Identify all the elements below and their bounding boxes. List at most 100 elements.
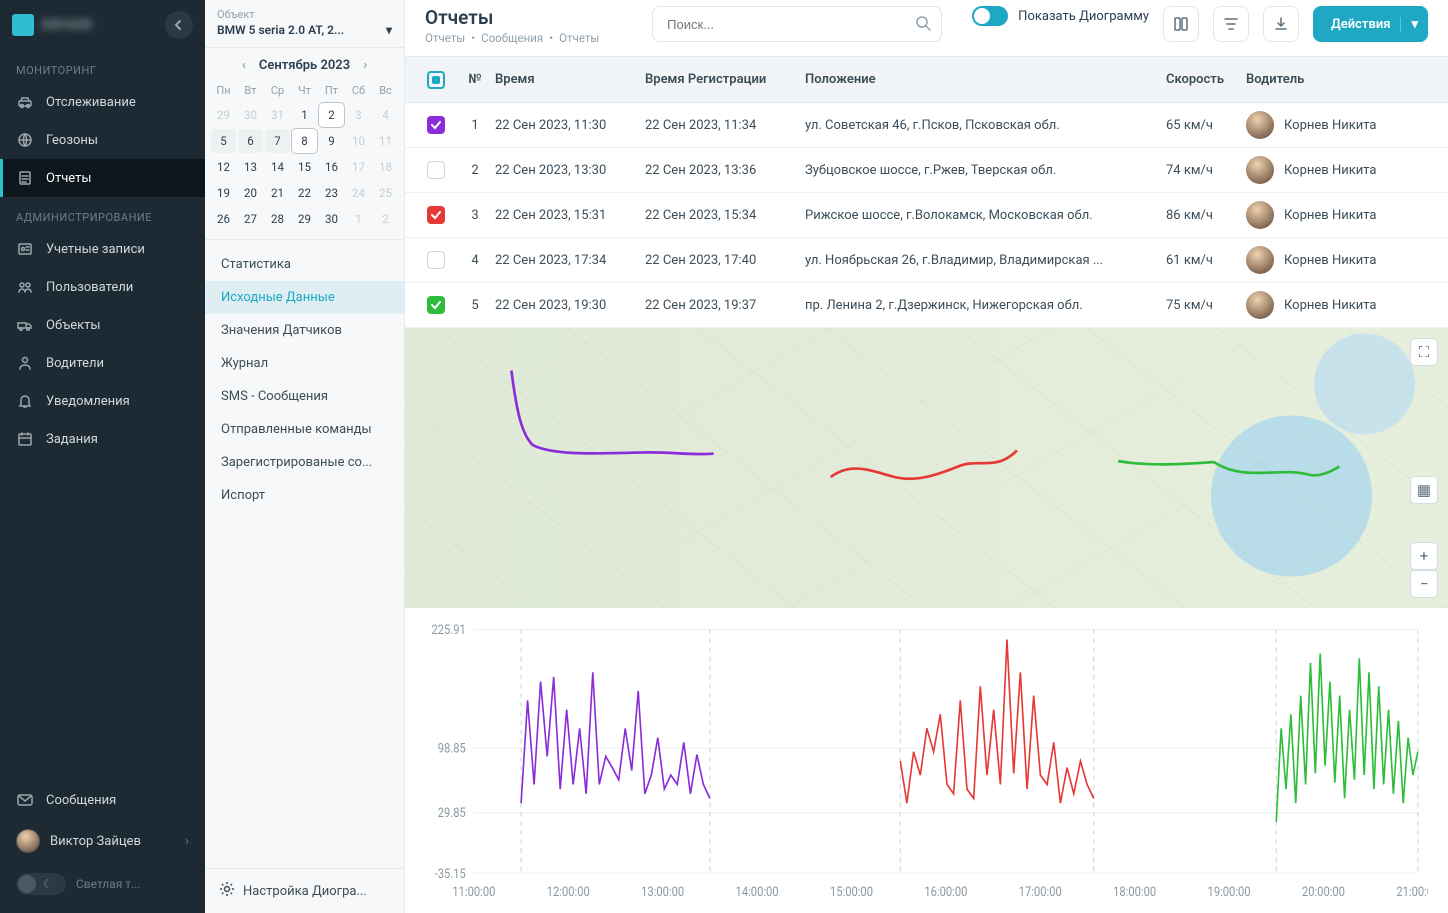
row-checkbox[interactable]	[427, 251, 445, 269]
table-row[interactable]: 5 22 Сен 2023, 19:30 22 Сен 2023, 19:37 …	[405, 283, 1448, 328]
sidebar-item-truck[interactable]: Объекты	[0, 306, 205, 344]
driver-name: Корнев Никита	[1284, 163, 1376, 178]
calendar-day[interactable]: 12	[211, 155, 236, 179]
svg-text:21:00:00: 21:00:00	[1396, 885, 1428, 900]
sidebar-item-car[interactable]: Отслеживание	[0, 83, 205, 121]
calendar-day[interactable]: 25	[373, 181, 398, 205]
search-input[interactable]	[652, 6, 942, 42]
sidebar-item-label: Отчеты	[46, 171, 91, 186]
select-all-checkbox[interactable]	[427, 71, 445, 89]
sidebar-item-bell[interactable]: Уведомления	[0, 382, 205, 420]
download-button[interactable]	[1263, 6, 1299, 42]
object-selector[interactable]: Объект BMW 5 seria 2.0 AT, 2... ▾	[205, 0, 404, 48]
calendar-day[interactable]: 9	[319, 129, 344, 153]
calendar-day[interactable]: 17	[346, 155, 371, 179]
calendar-day[interactable]: 14	[265, 155, 290, 179]
report-type-item[interactable]: Испорт	[205, 479, 404, 512]
search-icon[interactable]	[914, 14, 932, 36]
calendar-day[interactable]: 6	[238, 129, 263, 153]
calendar-day[interactable]: 31	[265, 103, 290, 127]
sidebar-item-calendar[interactable]: Задания	[0, 420, 205, 458]
calendar-day[interactable]: 29	[292, 207, 317, 231]
calendar-day[interactable]: 11	[373, 129, 398, 153]
breadcrumb: Отчеты•Сообщения•Отчеты	[425, 31, 605, 45]
report-type-item[interactable]: Значения Датчиков	[205, 314, 404, 347]
report-type-item[interactable]: Исходные Данные	[205, 281, 404, 314]
calendar-day[interactable]: 27	[238, 207, 263, 231]
calendar-day[interactable]: 30	[319, 207, 344, 231]
row-checkbox[interactable]	[427, 161, 445, 179]
calendar-day[interactable]: 2	[373, 207, 398, 231]
report-type-item[interactable]: Зарегистрированые со...	[205, 446, 404, 479]
map-zoom-in-button[interactable]: +	[1410, 542, 1438, 570]
row-reg: 22 Сен 2023, 13:36	[645, 163, 805, 178]
user-menu[interactable]: Виктор Зайцев ›	[0, 819, 205, 863]
row-time: 22 Сен 2023, 17:34	[495, 253, 645, 268]
calendar-day[interactable]: 23	[319, 181, 344, 205]
calendar-day[interactable]: 15	[292, 155, 317, 179]
map-fullscreen-button[interactable]: ⛶	[1410, 338, 1438, 366]
theme-toggle[interactable]: ☀☾ Светлая т...	[0, 863, 205, 905]
sidebar-item-label: Сообщения	[46, 793, 116, 808]
calendar-day[interactable]: 2	[319, 103, 344, 127]
calendar-day[interactable]: 10	[346, 129, 371, 153]
calendar-day[interactable]: 20	[238, 181, 263, 205]
svg-text:17:00:00: 17:00:00	[1019, 885, 1062, 900]
cal-prev-button[interactable]: ‹	[235, 56, 253, 74]
report-type-item[interactable]: Статистика	[205, 248, 404, 281]
breadcrumb-item[interactable]: Отчеты	[425, 31, 465, 45]
driver-name: Корнев Никита	[1284, 298, 1376, 313]
sidebar-item-user[interactable]: Водители	[0, 344, 205, 382]
table-row[interactable]: 1 22 Сен 2023, 11:30 22 Сен 2023, 11:34 …	[405, 103, 1448, 148]
actions-button[interactable]: Действия ▾	[1313, 6, 1428, 42]
calendar-day[interactable]: 18	[373, 155, 398, 179]
calendar-day[interactable]: 8	[292, 129, 317, 153]
calendar-day[interactable]: 28	[265, 207, 290, 231]
calendar-day[interactable]: 7	[265, 129, 290, 153]
calendar-day[interactable]: 22	[292, 181, 317, 205]
calendar-day[interactable]: 1	[346, 207, 371, 231]
diagram-toggle[interactable]: Показать Диограмму	[972, 6, 1149, 26]
chart-series-green	[1276, 654, 1418, 822]
section-admin: АДМИНИСТРИРОВАНИЕ	[0, 197, 205, 230]
map[interactable]: ⛶ ▦ + −	[405, 328, 1448, 608]
row-checkbox[interactable]	[427, 116, 445, 134]
row-loc: ул. Советская 46, г.Псков, Псковская обл…	[805, 118, 1166, 133]
calendar-day[interactable]: 16	[319, 155, 344, 179]
cal-next-button[interactable]: ›	[356, 56, 374, 74]
map-zoom-out-button[interactable]: −	[1410, 570, 1438, 598]
sidebar-item-file[interactable]: Отчеты	[0, 159, 205, 197]
sidebar-item-id[interactable]: Учетные записи	[0, 230, 205, 268]
table-row[interactable]: 3 22 Сен 2023, 15:31 22 Сен 2023, 15:34 …	[405, 193, 1448, 238]
calendar-day[interactable]: 19	[211, 181, 236, 205]
report-type-item[interactable]: Журнал	[205, 347, 404, 380]
calendar-day[interactable]: 30	[238, 103, 263, 127]
filter-button[interactable]	[1213, 6, 1249, 42]
calendar-day[interactable]: 4	[373, 103, 398, 127]
calendar-day[interactable]: 26	[211, 207, 236, 231]
table-row[interactable]: 2 22 Сен 2023, 13:30 22 Сен 2023, 13:36 …	[405, 148, 1448, 193]
sidebar-item-globe[interactable]: Геозоны	[0, 121, 205, 159]
svg-text:18:00:00: 18:00:00	[1113, 885, 1156, 900]
report-type-item[interactable]: Отправленные команды	[205, 413, 404, 446]
breadcrumb-item[interactable]: Отчеты	[559, 31, 599, 45]
map-layers-button[interactable]: ▦	[1410, 476, 1438, 504]
report-type-item[interactable]: SMS - Сообщения	[205, 380, 404, 413]
table-row[interactable]: 4 22 Сен 2023, 17:34 22 Сен 2023, 17:40 …	[405, 238, 1448, 283]
calendar-day[interactable]: 24	[346, 181, 371, 205]
sidebar-item-messages[interactable]: Сообщения	[0, 781, 205, 819]
collapse-sidebar-button[interactable]	[165, 11, 193, 39]
columns-button[interactable]	[1163, 6, 1199, 42]
calendar-day[interactable]: 13	[238, 155, 263, 179]
diagram-settings-button[interactable]: Настройка Диогра...	[205, 868, 404, 913]
calendar-day[interactable]: 3	[346, 103, 371, 127]
calendar-day[interactable]: 1	[292, 103, 317, 127]
logo-icon	[12, 14, 34, 36]
row-checkbox[interactable]	[427, 296, 445, 314]
sidebar-item-people[interactable]: Пользователи	[0, 268, 205, 306]
calendar-day[interactable]: 21	[265, 181, 290, 205]
row-checkbox[interactable]	[427, 206, 445, 224]
calendar-day[interactable]: 29	[211, 103, 236, 127]
calendar-day[interactable]: 5	[211, 129, 236, 153]
breadcrumb-item[interactable]: Сообщения	[481, 31, 543, 45]
